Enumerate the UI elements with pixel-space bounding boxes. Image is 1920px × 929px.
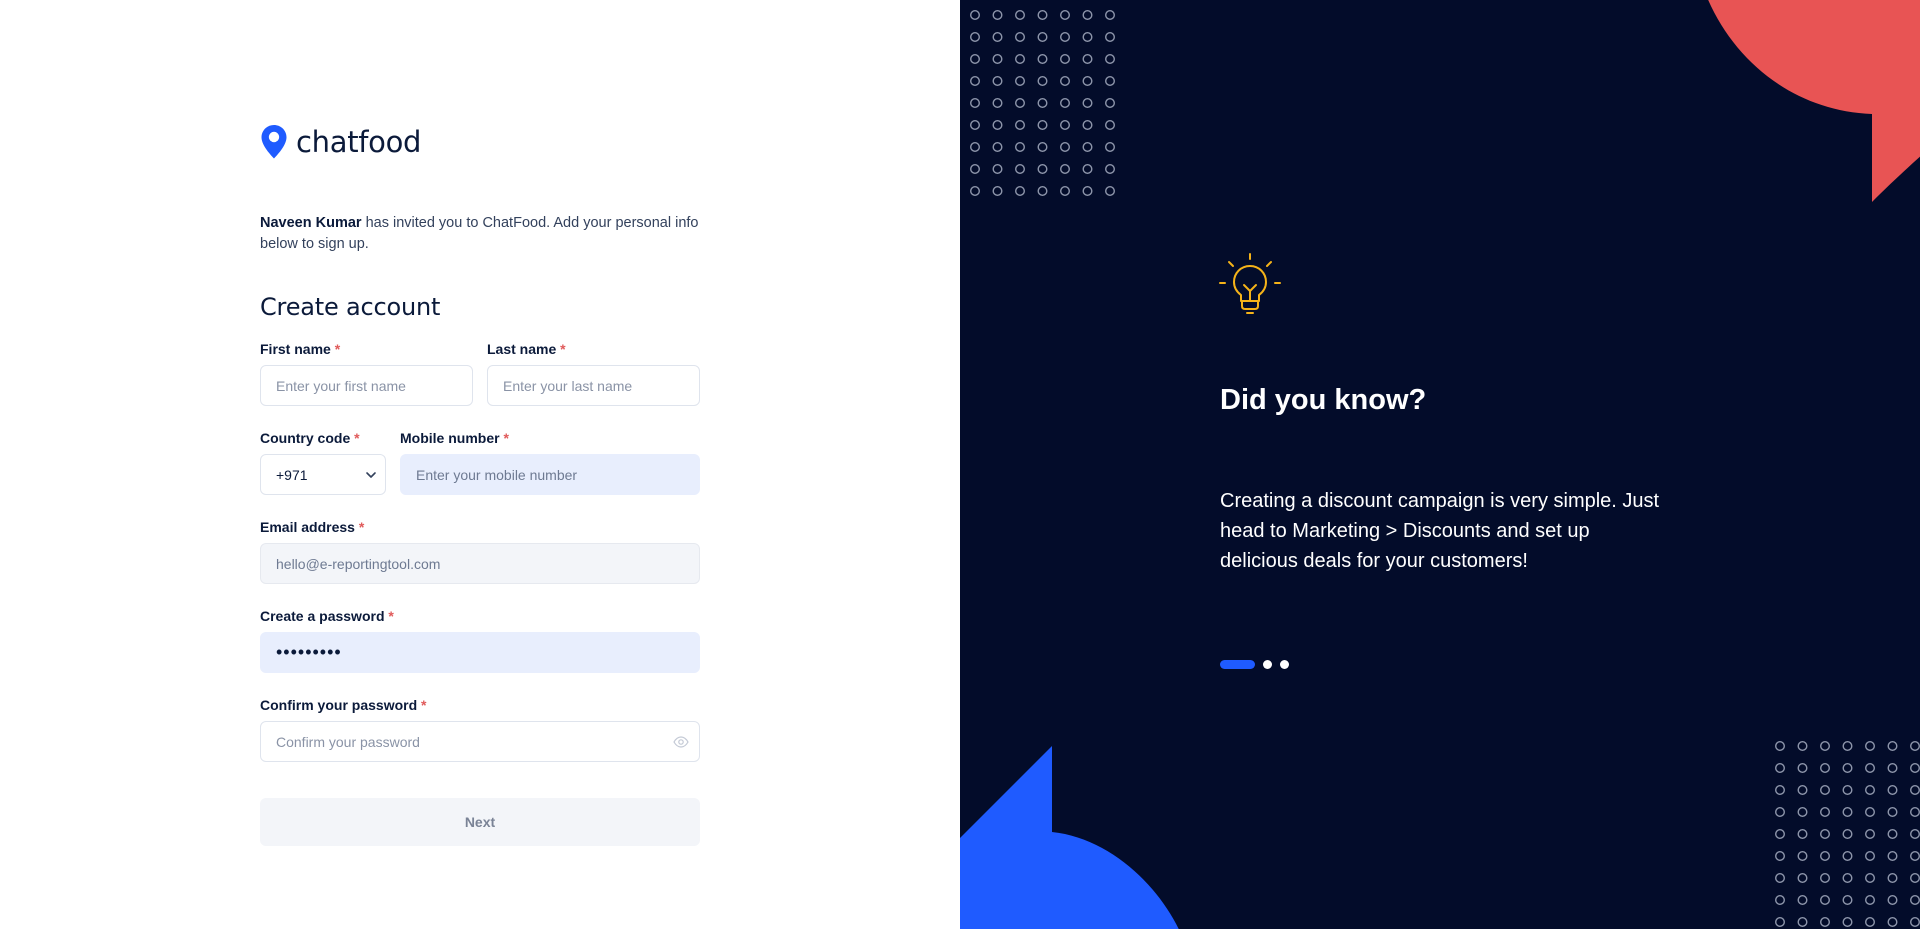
tip-panel: Did you know? Creating a discount campai…	[960, 0, 1920, 929]
confirm-password-input[interactable]: Confirm your password	[260, 721, 700, 762]
mobile-field: Mobile number * Enter your mobile number	[400, 430, 700, 495]
last-name-field: Last name * Enter your last name	[487, 341, 700, 406]
red-speech-bubble-shape	[1708, 0, 1920, 202]
password-input[interactable]: •••••••••	[260, 632, 700, 673]
signup-panel: chatfood Naveen Kumar has invited you to…	[0, 0, 960, 929]
dot-pattern-bottom	[1774, 740, 1920, 927]
country-code-label: Country code *	[260, 430, 360, 446]
confirm-password-placeholder: Confirm your password	[276, 733, 420, 750]
invite-message: Naveen Kumar has invited you to ChatFood…	[260, 213, 700, 255]
password-label: Create a password *	[260, 608, 394, 624]
lightbulb-icon	[1219, 253, 1281, 314]
name-row: First name * Enter your first name Last …	[260, 341, 700, 406]
eye-icon[interactable]	[673, 735, 689, 749]
tip-title: Did you know?	[1220, 384, 1427, 416]
pager-dot[interactable]	[1263, 660, 1272, 669]
country-code-value: +971	[276, 466, 308, 483]
email-field: Email address * hello@e-reportingtool.co…	[260, 519, 700, 584]
mobile-input[interactable]: Enter your mobile number	[400, 454, 700, 495]
last-name-label: Last name *	[487, 341, 566, 357]
mobile-label: Mobile number *	[400, 430, 509, 446]
inviter-name: Naveen Kumar	[260, 215, 362, 231]
first-name-field: First name * Enter your first name	[260, 341, 473, 406]
pager-dot[interactable]	[1280, 660, 1289, 669]
dot-pattern-top	[969, 9, 1115, 196]
brand-logo: chatfood	[260, 124, 700, 160]
country-code-select[interactable]: +971	[260, 454, 386, 495]
chevron-down-icon	[366, 472, 376, 478]
first-name-input[interactable]: Enter your first name	[260, 365, 473, 406]
country-code-field: Country code * +971	[260, 430, 386, 495]
confirm-password-label: Confirm your password *	[260, 697, 427, 713]
brand-name: chatfood	[296, 125, 422, 159]
pager-dot-active[interactable]	[1220, 660, 1255, 669]
email-input[interactable]: hello@e-reportingtool.com	[260, 543, 700, 584]
phone-row: Country code * +971 Mobile number * Ente…	[260, 430, 700, 495]
email-label: Email address *	[260, 519, 365, 535]
last-name-input[interactable]: Enter your last name	[487, 365, 700, 406]
tip-body: Creating a discount campaign is very sim…	[1220, 490, 1660, 572]
signup-form: chatfood Naveen Kumar has invited you to…	[260, 124, 700, 846]
first-name-label: First name *	[260, 341, 341, 357]
confirm-password-field: Confirm your password * Confirm your pas…	[260, 697, 700, 762]
carousel-pager	[1220, 660, 1289, 669]
location-pin-icon	[261, 125, 287, 159]
page-title: Create account	[260, 293, 441, 321]
password-field: Create a password * •••••••••	[260, 608, 700, 673]
next-button[interactable]: Next	[260, 798, 700, 846]
blue-speech-bubble-shape	[960, 746, 1179, 929]
